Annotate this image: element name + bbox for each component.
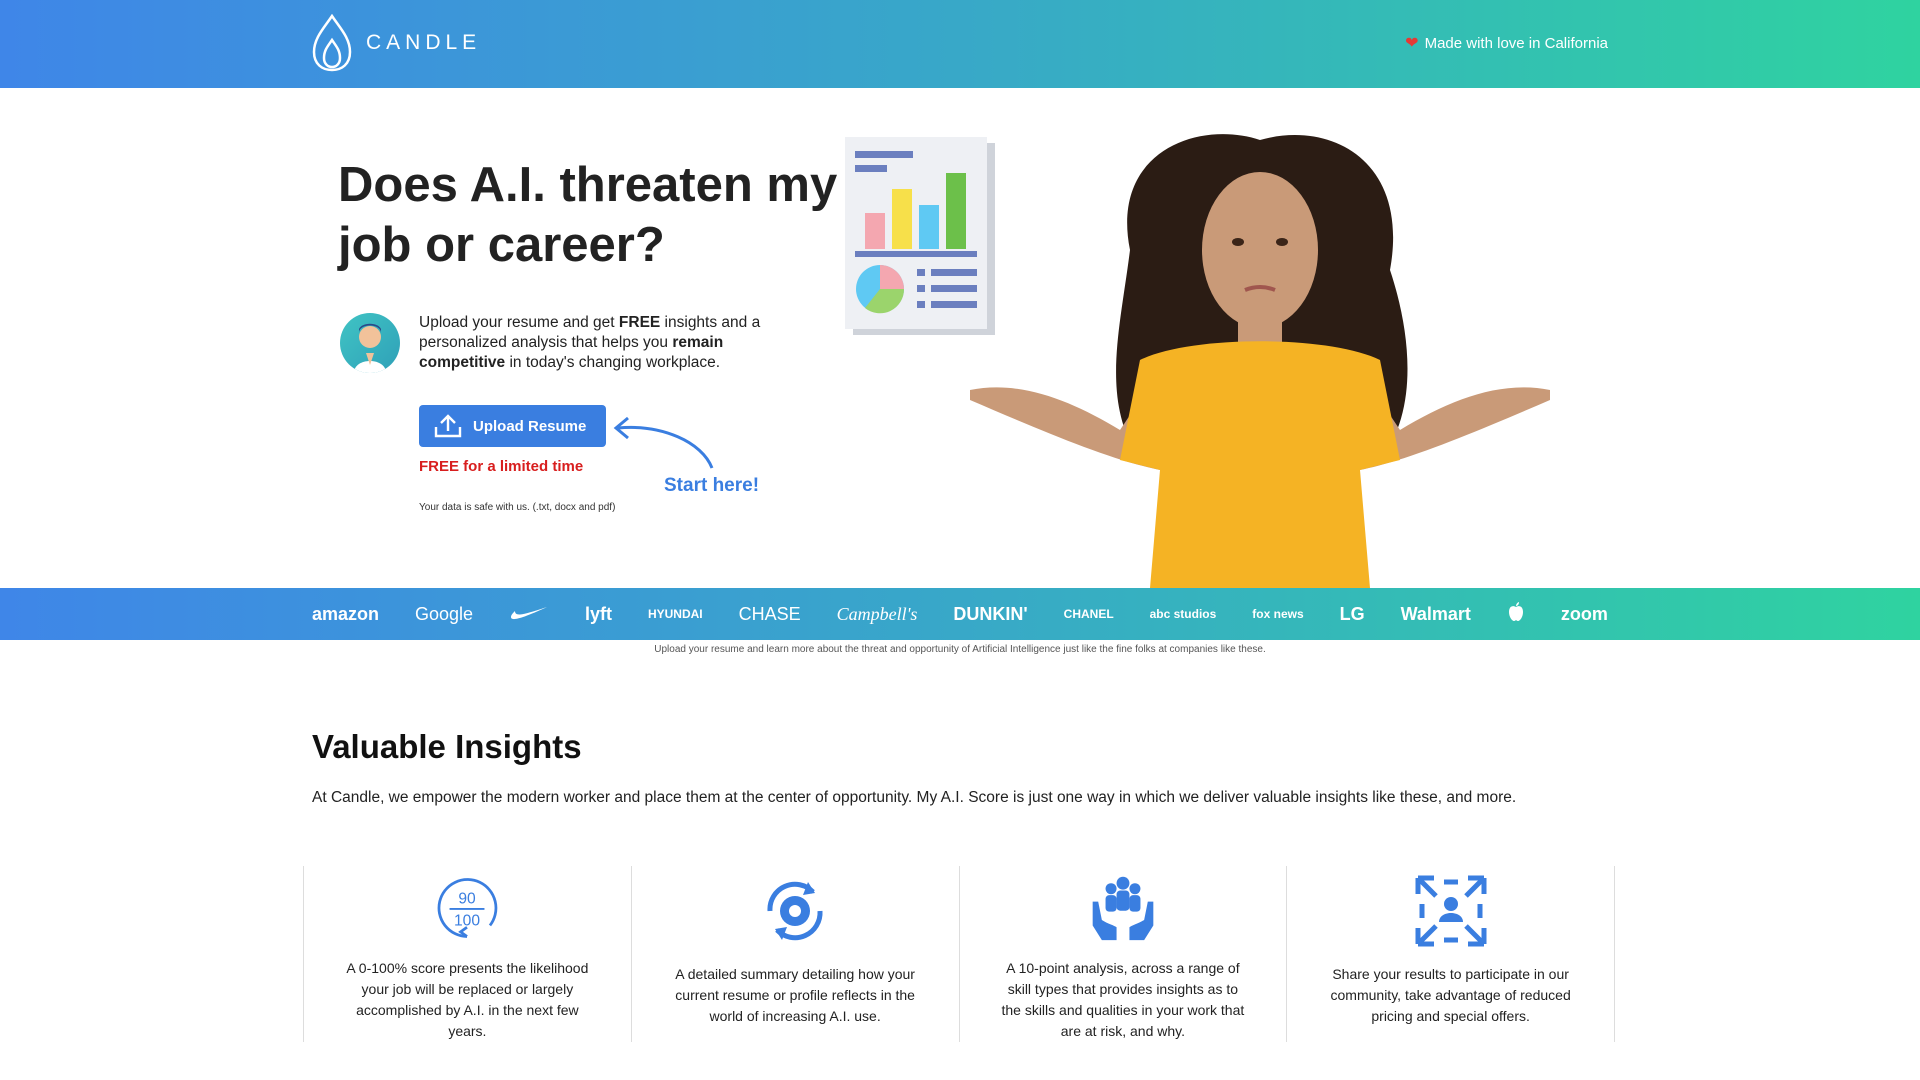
score-bottom-text: 100: [454, 912, 480, 929]
site-header: CANDLE ❤ Made with love in California: [0, 0, 1920, 88]
intro-text-1: Upload your resume and get: [419, 314, 619, 331]
logo-dunkin: DUNKIN': [953, 603, 1028, 624]
logo-chanel: CHANEL: [1063, 607, 1114, 621]
logo-lg: LG: [1339, 603, 1365, 624]
feature-score: 90 100 A 0-100% score presents the likel…: [303, 866, 631, 1042]
hero-title: Does A.I. threaten my job or career?: [338, 158, 838, 272]
logo-amazon: amazon: [312, 603, 380, 624]
feature-text: A 10-point analysis, across a range of s…: [1001, 960, 1245, 1039]
feature-analysis: A 10-point analysis, across a range of s…: [958, 866, 1287, 1042]
start-here-label: Start here!: [664, 475, 760, 496]
network-expand-icon: [1415, 875, 1487, 947]
upload-icon: [434, 414, 462, 438]
upload-resume-button[interactable]: Upload Resume: [419, 405, 606, 447]
intro-text-3: in today's changing workplace.: [505, 354, 721, 371]
flame-icon: [312, 14, 352, 72]
company-logos: amazon Google lyft HYUNDAI CHASE Campbel…: [312, 588, 1608, 640]
logo-apple: [1507, 601, 1525, 627]
candle-logo[interactable]: CANDLE: [310, 14, 481, 72]
logo-fox-news: fox news: [1252, 607, 1304, 621]
feature-text: A 0-100% score presents the likelihood y…: [346, 960, 589, 1039]
insights-title: Valuable Insights: [312, 728, 582, 765]
logo-abc-studios: abc studios: [1149, 607, 1217, 621]
feature-text: Share your results to participate in our…: [1330, 966, 1571, 1024]
company-logos-band: amazon Google lyft HYUNDAI CHASE Campbel…: [0, 588, 1920, 640]
logo-hyundai: HYUNDAI: [647, 607, 703, 621]
hero-intro: Upload your resume and get FREE insights…: [419, 313, 779, 373]
logo-campbells: Campbell's: [836, 603, 918, 624]
logo-text: CANDLE: [366, 31, 482, 54]
upload-resume-label: Upload Resume: [473, 417, 587, 435]
tagline: ❤ Made with love in California: [1405, 33, 1608, 53]
intro-free: FREE: [618, 314, 661, 331]
logo-google: Google: [415, 603, 474, 624]
safe-notice: Your data is safe with us. (.txt, docx a…: [419, 502, 616, 513]
hands-people-icon: [1092, 876, 1154, 941]
features-row: 90 100 A 0-100% score presents the likel…: [303, 866, 1615, 1042]
avatar: [340, 313, 400, 373]
curved-arrow-icon: [613, 416, 714, 469]
heart-icon: ❤: [1405, 35, 1419, 52]
feature-summary: A detailed summary detailing how your cu…: [630, 866, 959, 1042]
feature-text: A detailed summary detailing how your cu…: [675, 966, 915, 1024]
tagline-text: Made with love in California: [1424, 34, 1608, 52]
avatar-person-icon: [354, 323, 386, 373]
logo-chase: CHASE: [738, 603, 801, 624]
logo-nike: [509, 603, 549, 626]
free-notice: FREE for a limited time: [419, 458, 584, 475]
score-top-text: 90: [459, 890, 477, 907]
score-gauge-icon: 90 100: [437, 878, 498, 938]
logo-zoom: zoom: [1560, 603, 1608, 624]
feature-community: Share your results to participate in our…: [1286, 866, 1615, 1042]
logo-lyft: lyft: [584, 603, 612, 624]
logo-walmart: Walmart: [1400, 603, 1471, 624]
shrugging-woman-image: [970, 134, 1550, 588]
gear-cycle-icon: [767, 881, 823, 941]
nike-swoosh-icon: [511, 606, 548, 619]
apple-icon: [1508, 601, 1523, 621]
insights-description: At Candle, we empower the modern worker …: [312, 789, 1517, 806]
logos-caption: Upload your resume and learn more about …: [654, 644, 1266, 655]
